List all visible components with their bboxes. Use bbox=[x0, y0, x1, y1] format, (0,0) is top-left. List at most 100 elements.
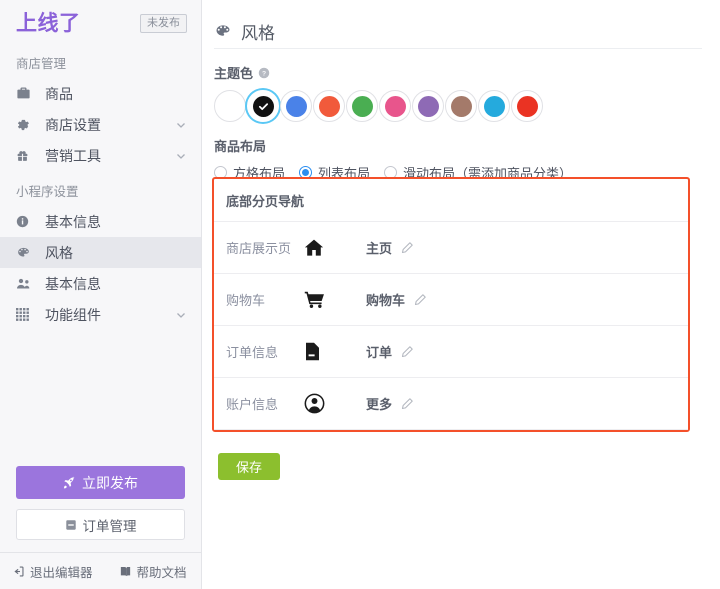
gear-icon bbox=[16, 117, 36, 133]
home-icon[interactable] bbox=[304, 238, 366, 257]
sidebar-item-basic-info[interactable]: 基本信息 bbox=[0, 206, 201, 237]
sidebar-bottom: 立即发布 订单管理 退出编辑器 帮助文档 bbox=[0, 466, 201, 589]
user-circle-icon[interactable] bbox=[304, 393, 366, 414]
svg-text:?: ? bbox=[262, 70, 266, 77]
pencil-icon[interactable] bbox=[414, 293, 427, 306]
swatch-color-dot bbox=[450, 95, 472, 117]
orders-button-label: 订单管理 bbox=[82, 518, 137, 534]
theme-color-label: 主题色 bbox=[214, 66, 254, 81]
bottom-nav-row: 账户信息 更多 bbox=[214, 378, 688, 430]
bottom-nav-item-text: 更多 bbox=[366, 397, 393, 412]
sidebar-item-label: 风格 bbox=[45, 244, 73, 261]
sidebar-item-users-info[interactable]: 基本信息 bbox=[0, 268, 201, 299]
swatch-color-dot bbox=[318, 95, 340, 117]
sidebar-item-label: 功能组件 bbox=[45, 306, 101, 323]
bottom-nav-item-text: 订单 bbox=[366, 345, 393, 360]
swatch-color-dot bbox=[351, 95, 373, 117]
bottom-nav-page-name: 账户信息 bbox=[226, 397, 279, 412]
exit-editor-link[interactable]: 退出编辑器 bbox=[12, 562, 93, 581]
swatch-color-dot bbox=[219, 95, 241, 117]
sidebar-item-label: 基本信息 bbox=[45, 213, 101, 230]
theme-color-swatches bbox=[214, 90, 720, 122]
sidebar-group-title-miniprogram: 小程序设置 bbox=[16, 185, 79, 200]
sidebar-item-label: 营销工具 bbox=[45, 147, 101, 164]
exit-editor-label: 退出编辑器 bbox=[30, 565, 93, 580]
page-title: 风格 bbox=[241, 23, 275, 43]
sidebar-item-label: 商品 bbox=[45, 85, 73, 102]
chevron-down-icon[interactable] bbox=[175, 119, 187, 131]
chevron-down-icon[interactable] bbox=[175, 150, 187, 162]
pencil-icon[interactable] bbox=[401, 397, 414, 410]
help-doc-label: 帮助文档 bbox=[136, 565, 187, 580]
save-button[interactable]: 保存 bbox=[218, 453, 280, 480]
sidebar-group-title-shop: 商店管理 bbox=[16, 57, 67, 72]
swatch-color-dot bbox=[285, 95, 307, 117]
sidebar-footer: 退出编辑器 帮助文档 bbox=[0, 552, 201, 589]
bottom-nav-page-name: 订单信息 bbox=[226, 345, 279, 360]
cart-icon[interactable] bbox=[304, 290, 366, 309]
theme-swatch-brown[interactable] bbox=[445, 90, 477, 122]
theme-swatch-green[interactable] bbox=[346, 90, 378, 122]
bottom-nav-panel: 底部分页导航 商店展示页 主页购物车 购物车订单信息 订单账户信息 更多 bbox=[212, 177, 690, 432]
book-icon bbox=[119, 565, 132, 578]
rocket-icon bbox=[63, 476, 76, 489]
sidebar-item-style[interactable]: 风格 bbox=[0, 237, 201, 269]
palette-icon bbox=[16, 245, 36, 261]
bottom-nav-page-name: 购物车 bbox=[226, 293, 266, 308]
swatch-color-dot bbox=[417, 95, 439, 117]
bottom-nav-rows: 商店展示页 主页购物车 购物车订单信息 订单账户信息 更多 bbox=[214, 222, 688, 430]
document-icon[interactable] bbox=[304, 342, 366, 361]
app-root: 上线了 未发布 商店管理 商品 商店设置 营销工具 小程序设置 基本信息 风格 … bbox=[0, 0, 720, 589]
theme-swatch-cyan[interactable] bbox=[478, 90, 510, 122]
orders-button[interactable]: 订单管理 bbox=[16, 509, 185, 540]
sidebar-item-function-components[interactable]: 功能组件 bbox=[0, 299, 201, 330]
publish-button[interactable]: 立即发布 bbox=[16, 466, 185, 499]
bottom-nav-row: 订单信息 订单 bbox=[214, 326, 688, 378]
question-circle-icon[interactable]: ? bbox=[258, 67, 270, 79]
sidebar-item-shop-settings[interactable]: 商店设置 bbox=[0, 109, 201, 140]
style-settings-section: 主题色 ? 商品布局 方格布局 列表布局 滑动布局（需添加商品分类） bbox=[202, 63, 720, 182]
bottom-nav-panel-title: 底部分页导航 bbox=[214, 179, 688, 222]
swatch-color-dot bbox=[384, 95, 406, 117]
gift-icon bbox=[16, 148, 36, 164]
swatch-color-dot bbox=[516, 95, 538, 117]
pencil-icon[interactable] bbox=[401, 345, 414, 358]
theme-swatch-black[interactable] bbox=[247, 90, 279, 122]
swatch-color-dot bbox=[252, 95, 274, 117]
bottom-nav-row: 购物车 购物车 bbox=[214, 274, 688, 326]
theme-swatch-orange-red[interactable] bbox=[313, 90, 345, 122]
check-icon bbox=[258, 102, 268, 110]
help-doc-link[interactable]: 帮助文档 bbox=[119, 562, 187, 581]
bottom-nav-page-name: 商店展示页 bbox=[226, 241, 292, 256]
bottom-nav-row: 商店展示页 主页 bbox=[214, 222, 688, 274]
status-badge: 未发布 bbox=[140, 13, 187, 34]
sidebar: 上线了 未发布 商店管理 商品 商店设置 营销工具 小程序设置 基本信息 风格 … bbox=[0, 0, 202, 589]
palette-icon bbox=[214, 23, 232, 40]
sidebar-brand-row: 上线了 未发布 bbox=[0, 0, 201, 43]
theme-swatch-purple[interactable] bbox=[412, 90, 444, 122]
theme-swatch-red[interactable] bbox=[511, 90, 543, 122]
clipboard-icon bbox=[65, 519, 77, 531]
main-content: 风格 主题色 ? 商品布局 方格布局 列表布局 滑动布局（需添加商品分类） 底部分页… bbox=[202, 0, 720, 589]
theme-swatch-blue[interactable] bbox=[280, 90, 312, 122]
briefcase-icon bbox=[16, 86, 36, 102]
publish-button-label: 立即发布 bbox=[82, 474, 138, 491]
sidebar-item-products[interactable]: 商品 bbox=[0, 78, 201, 109]
header-divider bbox=[214, 48, 702, 49]
grid-icon bbox=[16, 307, 36, 323]
chevron-down-icon[interactable] bbox=[175, 309, 187, 321]
sidebar-item-marketing-tools[interactable]: 营销工具 bbox=[0, 140, 201, 171]
bottom-nav-item-text: 主页 bbox=[366, 241, 393, 256]
brand-logo: 上线了 bbox=[16, 12, 81, 35]
bottom-nav-item-text: 购物车 bbox=[366, 293, 406, 308]
swatch-color-dot bbox=[483, 95, 505, 117]
product-layout-label: 商品布局 bbox=[214, 139, 267, 154]
theme-swatch-white[interactable] bbox=[214, 90, 246, 122]
theme-swatch-pink[interactable] bbox=[379, 90, 411, 122]
page-header: 风格 bbox=[202, 0, 720, 48]
exit-icon bbox=[12, 565, 25, 578]
pencil-icon[interactable] bbox=[401, 241, 414, 254]
theme-color-label-row: 主题色 ? bbox=[214, 63, 720, 82]
sidebar-item-label: 基本信息 bbox=[45, 275, 101, 292]
sidebar-item-label: 商店设置 bbox=[45, 116, 101, 133]
